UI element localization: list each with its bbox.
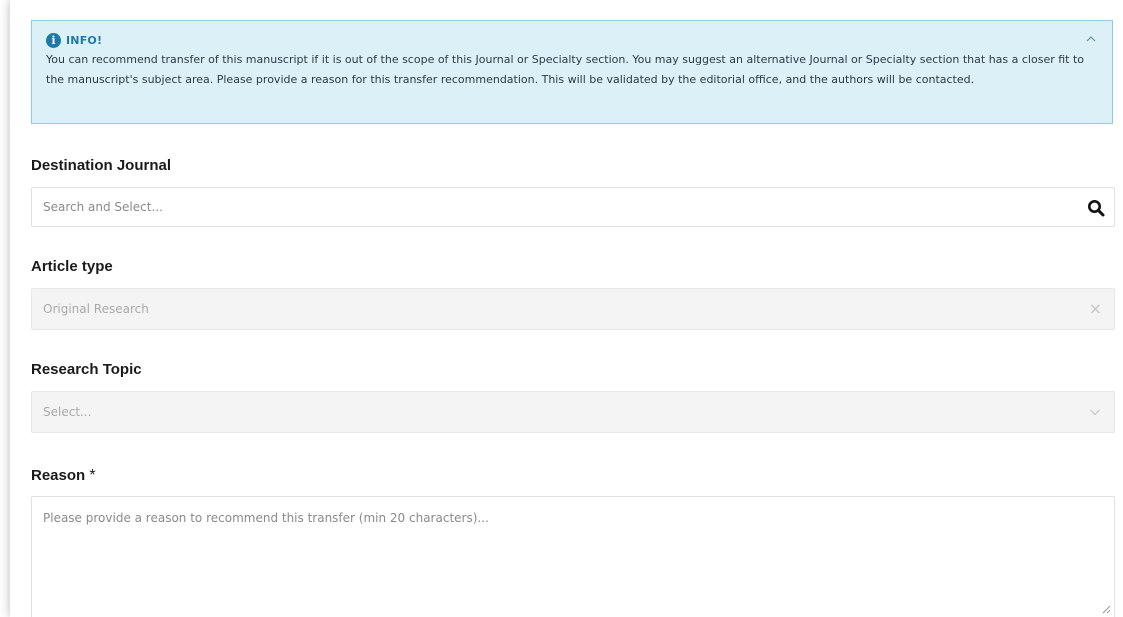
chevron-down-icon (1090, 409, 1100, 416)
info-alert-header: i INFO! (46, 31, 1098, 49)
clear-icon: × (1088, 299, 1102, 318)
reason-textarea-wrapper[interactable] (31, 496, 1115, 617)
reason-textarea[interactable] (32, 497, 1114, 607)
info-alert: i INFO! You can recommend transfer of th… (31, 20, 1113, 124)
article-type-select: Original Research × (31, 288, 1115, 330)
reason-label-text: Reason (31, 467, 86, 484)
article-type-label: Article type (31, 258, 113, 275)
info-icon: i (46, 32, 61, 48)
info-alert-text: You can recommend transfer of this manus… (46, 53, 1085, 86)
search-icon[interactable] (1087, 199, 1105, 217)
collapse-chevron-up-icon[interactable] (1084, 33, 1098, 47)
required-marker: * (89, 467, 96, 484)
info-alert-title: INFO! (66, 33, 103, 47)
destination-journal-search[interactable] (31, 187, 1115, 227)
article-type-value: Original Research (43, 302, 149, 316)
reason-label: Reason * (31, 467, 96, 485)
transfer-form-panel: i INFO! You can recommend transfer of th… (10, 0, 1123, 617)
resize-grip-icon[interactable] (1101, 604, 1111, 614)
research-topic-select: Select... (31, 391, 1115, 433)
destination-journal-input[interactable] (32, 188, 1114, 226)
research-topic-label: Research Topic (31, 361, 142, 378)
destination-journal-label: Destination Journal (31, 157, 172, 174)
research-topic-placeholder: Select... (43, 405, 92, 419)
